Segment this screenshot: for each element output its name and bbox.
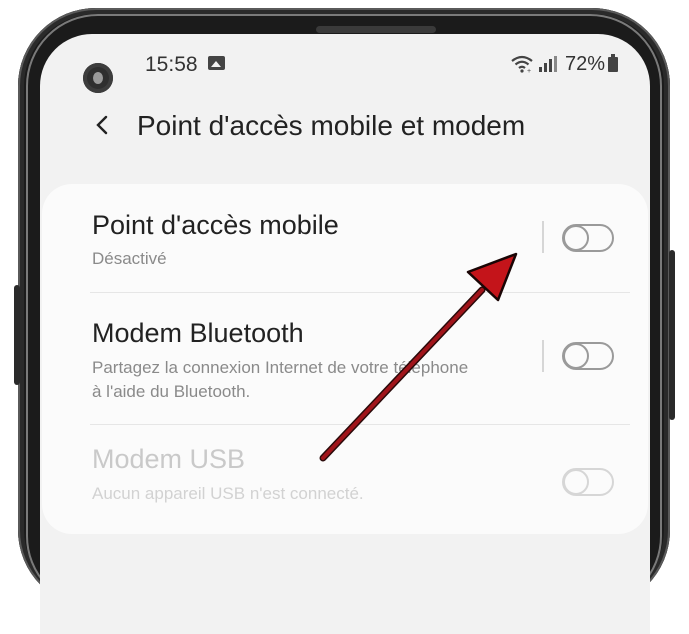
annotation-arrow bbox=[319, 252, 518, 462]
